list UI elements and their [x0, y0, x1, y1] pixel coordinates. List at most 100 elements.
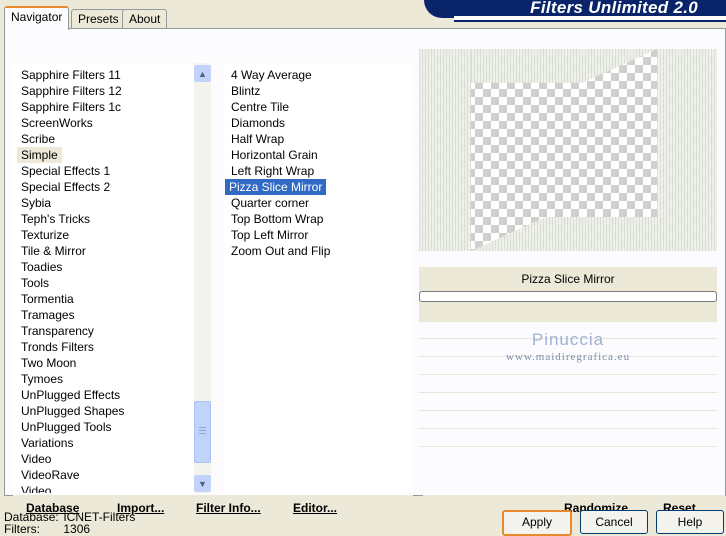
category-item[interactable]: UnPlugged Effects [13, 387, 194, 403]
filter-item[interactable]: Half Wrap [223, 131, 413, 147]
category-item[interactable]: Sapphire Filters 12 [13, 83, 194, 99]
filter-item[interactable]: Top Left Mirror [223, 227, 413, 243]
category-item[interactable]: Scribe [13, 131, 194, 147]
category-item[interactable]: Sybia [13, 195, 194, 211]
filter-item-label: Quarter corner [231, 196, 310, 210]
filter-item[interactable]: Centre Tile [223, 99, 413, 115]
category-item-label: Special Effects 2 [21, 180, 111, 194]
app-title: Filters Unlimited 2.0 [530, 0, 698, 17]
filter-item[interactable]: Top Bottom Wrap [223, 211, 413, 227]
category-item-label: Tramages [21, 308, 75, 322]
progress-bar [419, 291, 717, 302]
category-item-label: UnPlugged Effects [21, 388, 121, 402]
filter-item-label: Centre Tile [231, 100, 290, 114]
category-item-label: Variations [21, 436, 74, 450]
category-item-label: Special Effects 1 [21, 164, 111, 178]
category-item[interactable]: Special Effects 1 [13, 163, 194, 179]
help-button[interactable]: Help [656, 510, 724, 534]
category-item-label: UnPlugged Shapes [21, 404, 125, 418]
category-item-label: Tronds Filters [21, 340, 94, 354]
editor-button[interactable]: Editor... [293, 501, 337, 515]
category-item[interactable]: Tronds Filters [13, 339, 194, 355]
tab-about[interactable]: About [122, 9, 168, 28]
category-item[interactable]: Sapphire Filters 11 [13, 67, 194, 83]
category-item-label: Sapphire Filters 11 [21, 68, 121, 82]
category-item-label: ScreenWorks [21, 116, 93, 130]
watermark-site: www.maidiregrafica.eu [505, 351, 631, 363]
category-item[interactable]: Simple [13, 147, 194, 163]
filter-item[interactable]: Horizontal Grain [223, 147, 413, 163]
category-item-label: Tormentia [21, 292, 74, 306]
filter-item-label: Pizza Slice Mirror [225, 179, 327, 195]
category-scrollbar[interactable]: ▲ ▼ [194, 63, 211, 493]
cancel-button[interactable]: Cancel [580, 510, 648, 534]
apply-button[interactable]: Apply [502, 510, 572, 536]
category-item-label: Sapphire Filters 12 [21, 84, 122, 98]
scroll-down-arrow-icon[interactable]: ▼ [194, 475, 211, 492]
category-item[interactable]: Transparency [13, 323, 194, 339]
filter-list[interactable]: 4 Way Average Blintz Centre Tile Diamonds Ha… [223, 63, 413, 493]
category-item[interactable]: Sapphire Filters 1c [13, 99, 194, 115]
category-list[interactable]: Sapphire Filters 11 Sapphire Filters 12 Sa… [13, 63, 194, 493]
filter-item-label: Diamonds [231, 116, 286, 130]
category-item-label: Teph's Tricks [21, 212, 90, 226]
category-item[interactable]: Toadies [13, 259, 194, 275]
category-item-label: UnPlugged Tools [21, 420, 112, 434]
scroll-thumb[interactable] [194, 401, 211, 463]
category-item[interactable]: Tymoes [13, 371, 194, 387]
category-item-label: Tymoes [21, 372, 64, 386]
category-item[interactable]: Video [13, 451, 194, 467]
filter-item-label: 4 Way Average [231, 68, 312, 82]
tab-presets[interactable]: Presets [71, 9, 126, 28]
category-item[interactable]: Variations [13, 435, 194, 451]
category-item-label: VideoRave [21, 468, 80, 482]
category-item-label: Tile & Mirror [21, 244, 86, 258]
category-item[interactable]: Special Effects 2 [13, 179, 194, 195]
category-item[interactable]: Two Moon [13, 355, 194, 371]
category-item-label: Video [21, 484, 52, 493]
filter-item[interactable]: 4 Way Average [223, 67, 413, 83]
category-item[interactable]: ScreenWorks [13, 115, 194, 131]
category-item-label: Tools [21, 276, 50, 290]
filter-item[interactable]: Zoom Out and Flip [223, 243, 413, 259]
filter-item-label: Half Wrap [231, 132, 285, 146]
filter-item[interactable]: Diamonds [223, 115, 413, 131]
category-item-label: Sapphire Filters 1c [21, 100, 122, 114]
category-item-label: Video [21, 452, 52, 466]
category-item-label: Simple [17, 147, 62, 163]
category-item[interactable]: Tools [13, 275, 194, 291]
filter-item[interactable]: Blintz [223, 83, 413, 99]
category-item[interactable]: Tormentia [13, 291, 194, 307]
tab-navigator[interactable]: Navigator [4, 6, 70, 30]
filter-info-button[interactable]: Filter Info... [196, 501, 261, 515]
filter-item-label: Horizontal Grain [231, 148, 318, 162]
category-item[interactable]: VideoRave [13, 467, 194, 483]
category-item[interactable]: UnPlugged Tools [13, 419, 194, 435]
filter-preview [419, 49, 717, 251]
filter-item[interactable]: Pizza Slice Mirror [223, 179, 413, 195]
category-item[interactable]: Teph's Tricks [13, 211, 194, 227]
scroll-up-arrow-icon[interactable]: ▲ [194, 65, 211, 82]
footer-filters: Filters: 1306 [4, 522, 90, 536]
category-item-label: Transparency [21, 324, 94, 338]
category-item-label: Scribe [21, 132, 56, 146]
category-item[interactable]: Tramages [13, 307, 194, 323]
category-item-label: Toadies [21, 260, 63, 274]
filters-value: 1306 [63, 522, 91, 536]
filter-item-label: Top Bottom Wrap [231, 212, 324, 226]
parameter-rows: Pinuccia www.maidiregrafica.eu [419, 322, 717, 464]
category-item[interactable]: Texturize [13, 227, 194, 243]
title-banner: Filters Unlimited 2.0 [424, 0, 726, 22]
category-item[interactable]: Video [13, 483, 194, 493]
category-item[interactable]: Tile & Mirror [13, 243, 194, 259]
filter-item-label: Left Right Wrap [231, 164, 315, 178]
category-item-label: Two Moon [21, 356, 77, 370]
filter-item-label: Zoom Out and Flip [231, 244, 331, 258]
watermark-name: Pinuccia [531, 330, 605, 349]
category-item[interactable]: UnPlugged Shapes [13, 403, 194, 419]
filter-item[interactable]: Left Right Wrap [223, 163, 413, 179]
filter-item[interactable]: Quarter corner [223, 195, 413, 211]
preview-filter-name: Pizza Slice Mirror [521, 272, 615, 286]
category-item-label: Sybia [21, 196, 52, 210]
filter-item-label: Top Left Mirror [231, 228, 309, 242]
